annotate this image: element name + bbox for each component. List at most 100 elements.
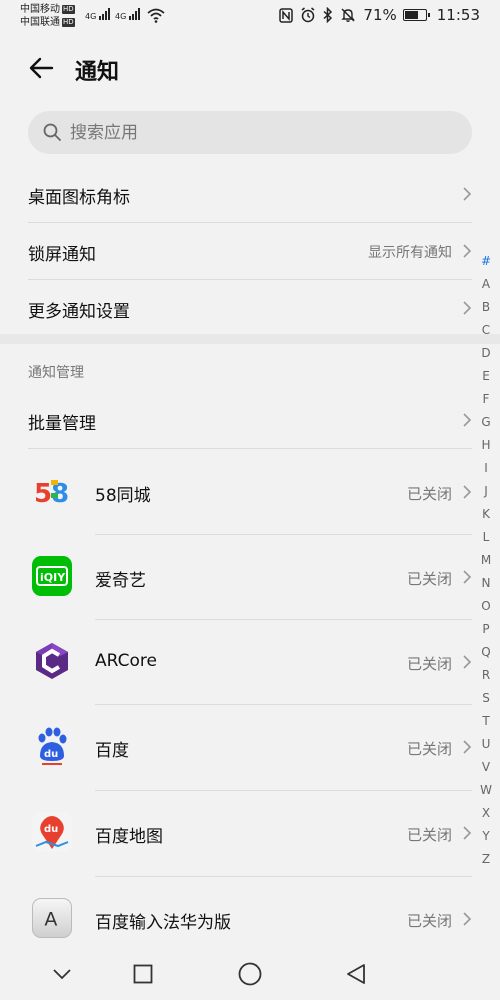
divider (28, 448, 472, 449)
app-row-arcore[interactable]: ARCore 已关闭 (28, 620, 472, 705)
app-row-baidu-map[interactable]: du 百度地图 已关闭 (28, 791, 472, 876)
app-58-icon: 5 8 (32, 471, 72, 511)
search-box[interactable] (28, 111, 472, 154)
header: 通知 (0, 44, 500, 92)
index-letter-l[interactable]: L (478, 526, 494, 549)
app-iqiyi-icon: iQIY (32, 556, 72, 596)
hd-badge: HD (62, 5, 75, 14)
app-name: ARCore (95, 651, 157, 671)
app-status: 已关闭 (406, 655, 452, 673)
bell-off-icon (340, 7, 356, 23)
row-lock-screen[interactable]: 锁屏通知 显示所有通知 (28, 223, 472, 279)
search-icon (43, 123, 61, 141)
app-baidu-input-icon: A (32, 898, 72, 938)
signal-2: 4G (115, 8, 141, 23)
home-button[interactable] (236, 960, 264, 988)
signal-1: 4G (85, 8, 111, 23)
status-right: 71% 11:53 (272, 6, 480, 24)
index-letter-f[interactable]: F (478, 388, 494, 411)
search-input[interactable] (70, 111, 450, 154)
index-letter-g[interactable]: G (478, 411, 494, 434)
index-letter-u[interactable]: U (478, 733, 494, 756)
svg-text:5: 5 (34, 479, 52, 509)
back-button[interactable] (26, 52, 58, 84)
signal-bars-icon (129, 8, 141, 23)
index-letter-a[interactable]: A (478, 273, 494, 296)
index-letter-r[interactable]: R (478, 664, 494, 687)
carrier-1: 中国移动 (20, 4, 60, 15)
row-more-settings[interactable]: 更多通知设置 (28, 280, 472, 336)
recent-apps-button[interactable] (129, 960, 157, 988)
nav-bar (0, 948, 500, 1000)
alphabet-index[interactable]: # A B C D E F G H I J K L M N O P Q R S T U V W X Y Z (478, 250, 494, 871)
hd-badge: HD (62, 18, 75, 27)
section-gap (0, 334, 500, 344)
index-letter-hash[interactable]: # (478, 250, 494, 273)
battery-percent: 71% (363, 6, 397, 24)
hide-keyboard-button[interactable] (48, 960, 76, 988)
app-arcore-icon (32, 641, 72, 681)
app-row-baidu[interactable]: du 百度 已关闭 (28, 705, 472, 790)
network-type-1: 4G (85, 12, 97, 21)
app-status: 已关闭 (406, 740, 452, 758)
index-letter-p[interactable]: P (478, 618, 494, 641)
index-letter-w[interactable]: W (478, 779, 494, 802)
nfc-icon (279, 7, 294, 23)
index-letter-d[interactable]: D (478, 342, 494, 365)
status-bar: 中国移动 HD 中国联通 HD 4G 4G 71% 11:53 (0, 0, 500, 34)
index-letter-t[interactable]: T (478, 710, 494, 733)
chevron-right-icon (463, 912, 472, 926)
back-nav-button[interactable] (342, 960, 370, 988)
alarm-icon (300, 7, 316, 23)
chevron-right-icon (463, 187, 472, 201)
chevron-right-icon (463, 413, 472, 427)
index-letter-m[interactable]: M (478, 549, 494, 572)
index-letter-n[interactable]: N (478, 572, 494, 595)
index-letter-j[interactable]: J (478, 480, 494, 503)
row-value: 显示所有通知 (368, 245, 452, 261)
row-batch-manage[interactable]: 批量管理 (28, 392, 472, 448)
svg-text:iQIY: iQIY (40, 571, 66, 584)
index-letter-b[interactable]: B (478, 296, 494, 319)
app-status: 已关闭 (406, 912, 452, 930)
row-label: 更多通知设置 (28, 302, 130, 322)
index-letter-c[interactable]: C (478, 319, 494, 342)
app-name: 百度地图 (95, 827, 163, 847)
index-letter-v[interactable]: V (478, 756, 494, 779)
clock: 11:53 (436, 6, 480, 24)
bluetooth-icon (323, 7, 333, 23)
wifi-icon (147, 8, 165, 23)
app-baidu-map-icon: du (32, 812, 72, 852)
row-label: 桌面图标角标 (28, 188, 130, 208)
index-letter-x[interactable]: X (478, 802, 494, 825)
svg-text:du: du (44, 824, 58, 835)
index-letter-s[interactable]: S (478, 687, 494, 710)
index-letter-y[interactable]: Y (478, 825, 494, 848)
index-letter-e[interactable]: E (478, 365, 494, 388)
index-letter-o[interactable]: O (478, 595, 494, 618)
app-name: 百度 (95, 741, 129, 761)
app-status: 已关闭 (406, 826, 452, 844)
app-row-iqiyi[interactable]: iQIY 爱奇艺 已关闭 (28, 535, 472, 620)
page-title: 通知 (75, 60, 120, 85)
index-letter-i[interactable]: I (478, 457, 494, 480)
signal-bars-icon (99, 8, 111, 23)
section-label: 通知管理 (28, 365, 84, 381)
chevron-down-icon (53, 969, 71, 980)
index-letter-h[interactable]: H (478, 434, 494, 457)
app-status: 已关闭 (406, 570, 452, 588)
row-badge-settings[interactable]: 桌面图标角标 (28, 166, 472, 222)
index-letter-k[interactable]: K (478, 503, 494, 526)
index-letter-z[interactable]: Z (478, 848, 494, 871)
back-icon (347, 964, 365, 984)
svg-text:du: du (44, 749, 58, 760)
index-letter-q[interactable]: Q (478, 641, 494, 664)
recent-apps-icon (133, 964, 153, 984)
chevron-right-icon (463, 485, 472, 499)
app-name: 百度输入法华为版 (95, 913, 231, 933)
app-name: 爱奇艺 (95, 571, 146, 591)
chevron-right-icon (463, 655, 472, 669)
network-type-2: 4G (115, 12, 127, 21)
app-row-58[interactable]: 5 8 58同城 已关闭 (28, 450, 472, 535)
chevron-right-icon (463, 570, 472, 584)
